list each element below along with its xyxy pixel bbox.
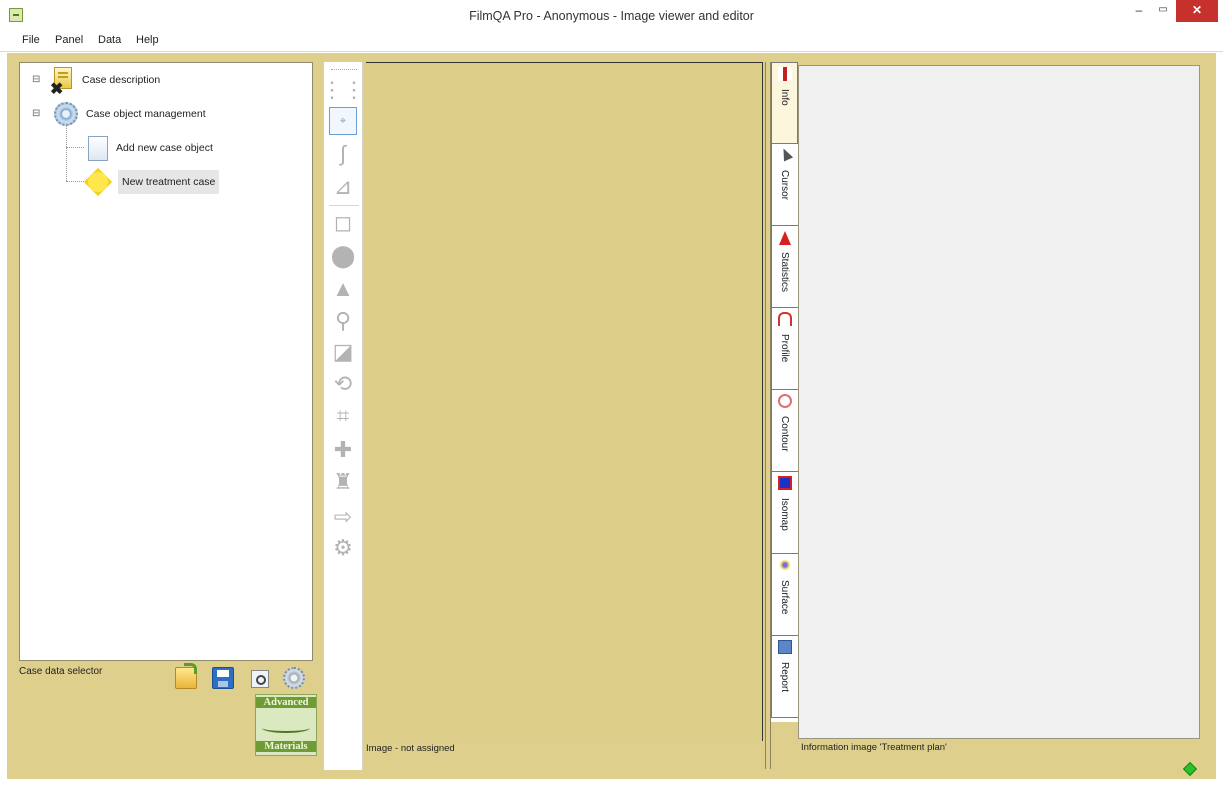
maximize-button[interactable]: ▭ xyxy=(1152,0,1174,22)
export-icon[interactable]: ⇨ xyxy=(329,503,357,531)
tree-node-new-treatment-case[interactable]: New treatment case xyxy=(86,170,220,194)
grid-icon[interactable]: ⋮⋮ xyxy=(321,76,365,104)
rotate-icon[interactable]: ⟲ xyxy=(329,370,357,398)
gear-icon xyxy=(54,102,78,126)
flatten-icon[interactable]: ◪ xyxy=(329,338,357,366)
report-icon xyxy=(778,640,792,654)
tab-label: Contour xyxy=(779,416,790,452)
window-frame-bottom xyxy=(0,779,1223,789)
case-description-icon: ✖ xyxy=(50,67,74,98)
tab-profile[interactable]: Profile xyxy=(771,308,798,390)
menu-file[interactable]: File xyxy=(22,34,40,46)
contour-icon xyxy=(778,394,792,408)
menu-data[interactable]: Data xyxy=(98,34,121,46)
tool-strip: ⋮⋮ ⌖ ∫ ⊿ ◻ ⬤ ▲ ⚲ ◪ ⟲ ⌗ ✚ ♜ ⇨ ⚙ xyxy=(321,62,365,770)
window-title: FilmQA Pro - Anonymous - Image viewer an… xyxy=(469,9,754,23)
menu-bar: File Panel Data Help xyxy=(0,30,1223,52)
image-status-text: Image - not assigned xyxy=(366,743,455,754)
tab-label: Info xyxy=(779,89,790,106)
minimize-button[interactable]: – xyxy=(1128,0,1150,22)
workspace: ⊟ ✖ Case description ⊟ Case object manag… xyxy=(7,53,1216,779)
tab-label: Report xyxy=(779,662,790,693)
image-viewer[interactable] xyxy=(366,62,763,741)
tab-label: Cursor xyxy=(779,170,790,201)
tab-label: Statistics xyxy=(779,252,790,293)
zoom-icon[interactable]: ⚲ xyxy=(329,307,357,335)
profile-icon xyxy=(778,312,792,326)
folder-icon[interactable] xyxy=(175,663,197,689)
crosshair-icon[interactable]: ⌖ xyxy=(329,107,357,135)
spots-icon[interactable]: ⬤ xyxy=(329,242,357,270)
info-icon xyxy=(778,67,792,81)
advanced-materials-logo: Advanced Materials xyxy=(255,694,317,756)
save-icon[interactable] xyxy=(212,667,234,689)
tree-node-label: New treatment case xyxy=(118,170,220,194)
document-icon xyxy=(88,135,108,161)
tree-node-label: Case description xyxy=(82,74,161,86)
app-window: FilmQA Pro - Anonymous - Image viewer an… xyxy=(0,0,1223,789)
filter-icon[interactable]: ♜ xyxy=(329,468,357,496)
toolbar-separator xyxy=(329,205,359,206)
tree-node-case-description[interactable]: ✖ Case description xyxy=(50,67,161,98)
plus-icon[interactable]: ✚ xyxy=(329,436,357,464)
menu-panel[interactable]: Panel xyxy=(55,34,83,46)
tab-contour[interactable]: Contour xyxy=(771,390,798,472)
tree-node-add-new-case-object[interactable]: Add new case object xyxy=(88,135,213,161)
title-bar: FilmQA Pro - Anonymous - Image viewer an… xyxy=(0,0,1223,30)
scale-icon[interactable]: ⊿ xyxy=(329,173,357,201)
tree-connector xyxy=(66,147,84,148)
menu-help[interactable]: Help xyxy=(136,34,159,46)
treatment-case-icon xyxy=(86,170,110,194)
case-data-selector-label: Case data selector xyxy=(19,666,103,677)
triangle-icon[interactable]: ▲ xyxy=(329,275,357,303)
case-tree-panel: ⊟ ✖ Case description ⊟ Case object manag… xyxy=(19,62,313,661)
tab-cursor[interactable]: Cursor xyxy=(771,144,798,226)
toolbar-grip[interactable] xyxy=(331,69,357,70)
region-icon[interactable]: ◻ xyxy=(329,209,357,237)
cursor-icon xyxy=(778,146,794,162)
tree-node-label: Case object management xyxy=(86,108,206,120)
logo-text-top: Advanced xyxy=(256,697,316,708)
info-panel[interactable] xyxy=(798,65,1200,739)
isomap-icon xyxy=(778,476,792,490)
tree-expander[interactable]: ⊟ xyxy=(32,74,40,85)
tab-report[interactable]: Report xyxy=(771,636,798,718)
gear-icon[interactable]: ⚙ xyxy=(329,534,357,562)
tree-node-case-object-management[interactable]: Case object management xyxy=(54,102,206,126)
tree-expander[interactable]: ⊟ xyxy=(32,108,40,119)
tab-label: Surface xyxy=(779,580,790,615)
magnifier-icon[interactable] xyxy=(251,670,269,688)
tab-label: Isomap xyxy=(779,498,790,531)
status-indicator-icon xyxy=(1182,761,1198,777)
tree-node-label: Add new case object xyxy=(116,142,213,154)
tab-isomap[interactable]: Isomap xyxy=(771,472,798,554)
crop-icon[interactable]: ⌗ xyxy=(329,402,357,430)
tab-surface[interactable]: Surface xyxy=(771,554,798,636)
gear-icon[interactable] xyxy=(283,667,305,689)
tab-label: Profile xyxy=(779,334,790,363)
surface-icon xyxy=(778,558,792,572)
close-button[interactable]: ✕ xyxy=(1176,0,1218,22)
statistics-icon xyxy=(779,231,791,245)
curve-icon[interactable]: ∫ xyxy=(329,140,357,168)
info-status-text: Information image 'Treatment plan' xyxy=(801,742,947,753)
tree-connector xyxy=(66,181,84,182)
tab-info[interactable]: Info xyxy=(771,62,798,144)
analysis-tabs: Info Cursor Statistics Profile Contour I… xyxy=(771,62,798,722)
tab-statistics[interactable]: Statistics xyxy=(771,226,798,308)
logo-text-bottom: Materials xyxy=(256,741,316,752)
